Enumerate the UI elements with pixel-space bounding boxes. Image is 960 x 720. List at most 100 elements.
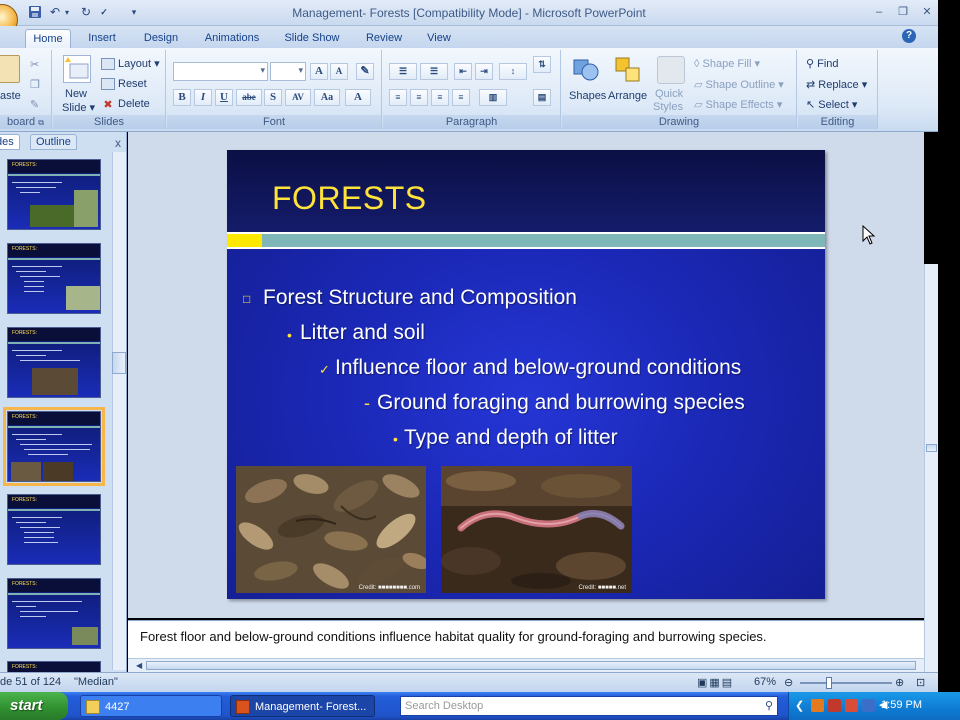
network-icon[interactable] bbox=[862, 699, 875, 712]
search-desktop-input[interactable]: Search Desktop ⚲ bbox=[400, 696, 778, 716]
tab-home[interactable]: Home bbox=[25, 29, 71, 48]
help-icon[interactable]: ? bbox=[902, 29, 916, 43]
shape-effects-button[interactable]: ▱ Shape Effects ▾ bbox=[694, 98, 782, 111]
notes-pane[interactable]: Forest floor and below-ground conditions… bbox=[128, 620, 924, 658]
bullet-level-4[interactable]: Ground foraging and burrowing species bbox=[377, 391, 745, 415]
start-button[interactable]: start bbox=[0, 692, 68, 720]
align-left-icon[interactable]: ≡ bbox=[389, 89, 407, 106]
justify-icon[interactable]: ≡ bbox=[452, 89, 470, 106]
new-slide-icon[interactable] bbox=[63, 55, 91, 83]
font-name-combo[interactable] bbox=[173, 62, 268, 81]
tab-view[interactable]: View bbox=[418, 29, 460, 48]
new-slide-label[interactable]: New bbox=[65, 88, 87, 100]
pane-close-icon[interactable]: x bbox=[115, 136, 121, 150]
tab-design[interactable]: Design bbox=[136, 29, 186, 48]
shrink-font-icon[interactable]: A bbox=[330, 63, 348, 80]
tab-insert[interactable]: Insert bbox=[80, 29, 124, 48]
replace-button[interactable]: ⇄ Replace ▾ bbox=[806, 78, 867, 91]
search-icon[interactable]: ⚲ bbox=[765, 699, 773, 712]
taskbar-item-powerpoint[interactable]: Management- Forest... bbox=[230, 695, 375, 717]
slide-thumbnail[interactable]: FORESTS: bbox=[7, 243, 101, 314]
font-color-icon[interactable]: A bbox=[345, 89, 371, 106]
slide-title[interactable]: FORESTS bbox=[272, 180, 427, 217]
tray-app-icon[interactable] bbox=[811, 699, 824, 712]
restore-icon[interactable]: ❐ bbox=[894, 4, 912, 20]
workspace-scroll-thumb[interactable] bbox=[926, 444, 937, 452]
dialog-launcher-icon[interactable]: ⧉ bbox=[38, 118, 44, 127]
clock[interactable]: 1:59 PM bbox=[881, 699, 922, 711]
delete-button[interactable]: ✖ Delete bbox=[101, 98, 149, 111]
earthworm-photo[interactable]: Credit: ■■■■■.net bbox=[441, 466, 632, 593]
shapes-icon[interactable] bbox=[572, 56, 600, 84]
scroll-left-icon[interactable]: ◀ bbox=[136, 661, 142, 670]
slide-thumbnail[interactable]: FORESTS: bbox=[7, 327, 101, 398]
cut-icon[interactable]: ✂ bbox=[30, 58, 39, 71]
paste-button[interactable]: aste bbox=[0, 90, 21, 102]
zoom-in-icon[interactable]: ⊕ bbox=[895, 676, 904, 689]
antivirus-icon[interactable] bbox=[845, 699, 858, 712]
tab-animations[interactable]: Animations bbox=[197, 29, 267, 48]
taskbar-item-folder[interactable]: 4427 bbox=[80, 695, 222, 717]
new-slide-label-2[interactable]: Slide ▾ bbox=[62, 101, 95, 114]
copy-icon[interactable]: ❐ bbox=[30, 78, 40, 91]
font-size-combo[interactable] bbox=[270, 62, 306, 81]
shape-outline-button[interactable]: ▱ Shape Outline ▾ bbox=[694, 78, 784, 91]
increase-indent-icon[interactable]: ⇥ bbox=[475, 63, 493, 80]
strikethrough-icon[interactable]: abe bbox=[236, 89, 262, 106]
zoom-level[interactable]: 67% bbox=[754, 676, 776, 688]
bullet-level-5[interactable]: Type and depth of litter bbox=[404, 426, 618, 450]
slide-thumbnail-selected[interactable]: FORESTS: bbox=[3, 407, 105, 486]
decrease-indent-icon[interactable]: ⇤ bbox=[454, 63, 472, 80]
line-spacing-icon[interactable]: ↕ bbox=[499, 63, 527, 80]
tab-review[interactable]: Review bbox=[358, 29, 410, 48]
change-case-icon[interactable]: Aa bbox=[314, 89, 340, 106]
text-direction-icon[interactable]: ⇅ bbox=[533, 56, 551, 73]
tray-expand-icon[interactable]: ❮ bbox=[795, 699, 804, 712]
reset-button[interactable]: Reset bbox=[101, 78, 147, 91]
format-painter-icon[interactable]: ✎ bbox=[30, 98, 39, 111]
slides-pane-scrollbar[interactable] bbox=[112, 152, 126, 670]
quick-styles-label-2[interactable]: Styles bbox=[653, 101, 683, 113]
close-icon[interactable]: ✕ bbox=[918, 4, 936, 20]
bullets-icon[interactable]: ☰ bbox=[389, 63, 417, 80]
slide-thumbnail[interactable]: FORESTS: bbox=[7, 578, 101, 649]
tab-outline-pane[interactable]: Outline bbox=[30, 134, 77, 150]
tab-slide-show[interactable]: Slide Show bbox=[279, 29, 345, 48]
text-shadow-icon[interactable]: S bbox=[264, 89, 282, 106]
select-button[interactable]: ↖ Select ▾ bbox=[806, 98, 857, 111]
quick-styles-icon[interactable] bbox=[657, 56, 685, 84]
leaf-litter-photo[interactable]: Credit: ■■■■■■■■.com bbox=[236, 466, 430, 593]
columns-icon[interactable]: ▥ bbox=[479, 89, 507, 106]
bullet-level-3[interactable]: Influence floor and below-ground conditi… bbox=[335, 356, 741, 380]
tab-slides-pane[interactable]: des bbox=[0, 134, 20, 150]
slides-pane-scroll-thumb[interactable] bbox=[112, 352, 126, 374]
slide-thumbnail[interactable]: FORESTS: bbox=[7, 494, 101, 565]
find-button[interactable]: ⚲ Find bbox=[806, 57, 839, 70]
paste-icon[interactable] bbox=[0, 55, 20, 83]
bullet-level-2[interactable]: Litter and soil bbox=[300, 321, 425, 345]
minimize-icon[interactable]: – bbox=[870, 4, 888, 20]
shapes-button[interactable]: Shapes bbox=[569, 90, 606, 102]
shape-fill-button[interactable]: ◊ Shape Fill ▾ bbox=[694, 57, 760, 70]
underline-icon[interactable]: U bbox=[215, 89, 233, 106]
arrange-icon[interactable] bbox=[614, 56, 642, 84]
clear-formatting-icon[interactable]: ✎ bbox=[356, 63, 374, 80]
notes-text[interactable]: Forest floor and below-ground conditions… bbox=[140, 629, 767, 644]
layout-button[interactable]: Layout ▾ bbox=[101, 57, 160, 71]
arrange-button[interactable]: Arrange bbox=[608, 90, 647, 102]
numbering-icon[interactable]: ☰ bbox=[420, 63, 448, 80]
bullet-level-1[interactable]: Forest Structure and Composition bbox=[263, 286, 577, 310]
horizontal-scroll-thumb[interactable] bbox=[146, 661, 916, 670]
italic-icon[interactable]: I bbox=[194, 89, 212, 106]
quick-styles-label[interactable]: Quick bbox=[655, 88, 683, 100]
view-buttons[interactable]: ▣▦▤ bbox=[697, 676, 734, 689]
bold-icon[interactable]: B bbox=[173, 89, 191, 106]
slide-thumbnail[interactable]: FORESTS: bbox=[7, 661, 101, 673]
tray-app-icon[interactable] bbox=[828, 699, 841, 712]
fit-to-window-icon[interactable]: ⊡ bbox=[916, 676, 925, 689]
slide-thumbnail[interactable]: FORESTS: bbox=[7, 159, 101, 230]
zoom-slider-thumb[interactable] bbox=[826, 677, 832, 689]
zoom-out-icon[interactable]: ⊖ bbox=[784, 676, 793, 689]
align-right-icon[interactable]: ≡ bbox=[431, 89, 449, 106]
smartart-icon[interactable]: ▤ bbox=[533, 89, 551, 106]
